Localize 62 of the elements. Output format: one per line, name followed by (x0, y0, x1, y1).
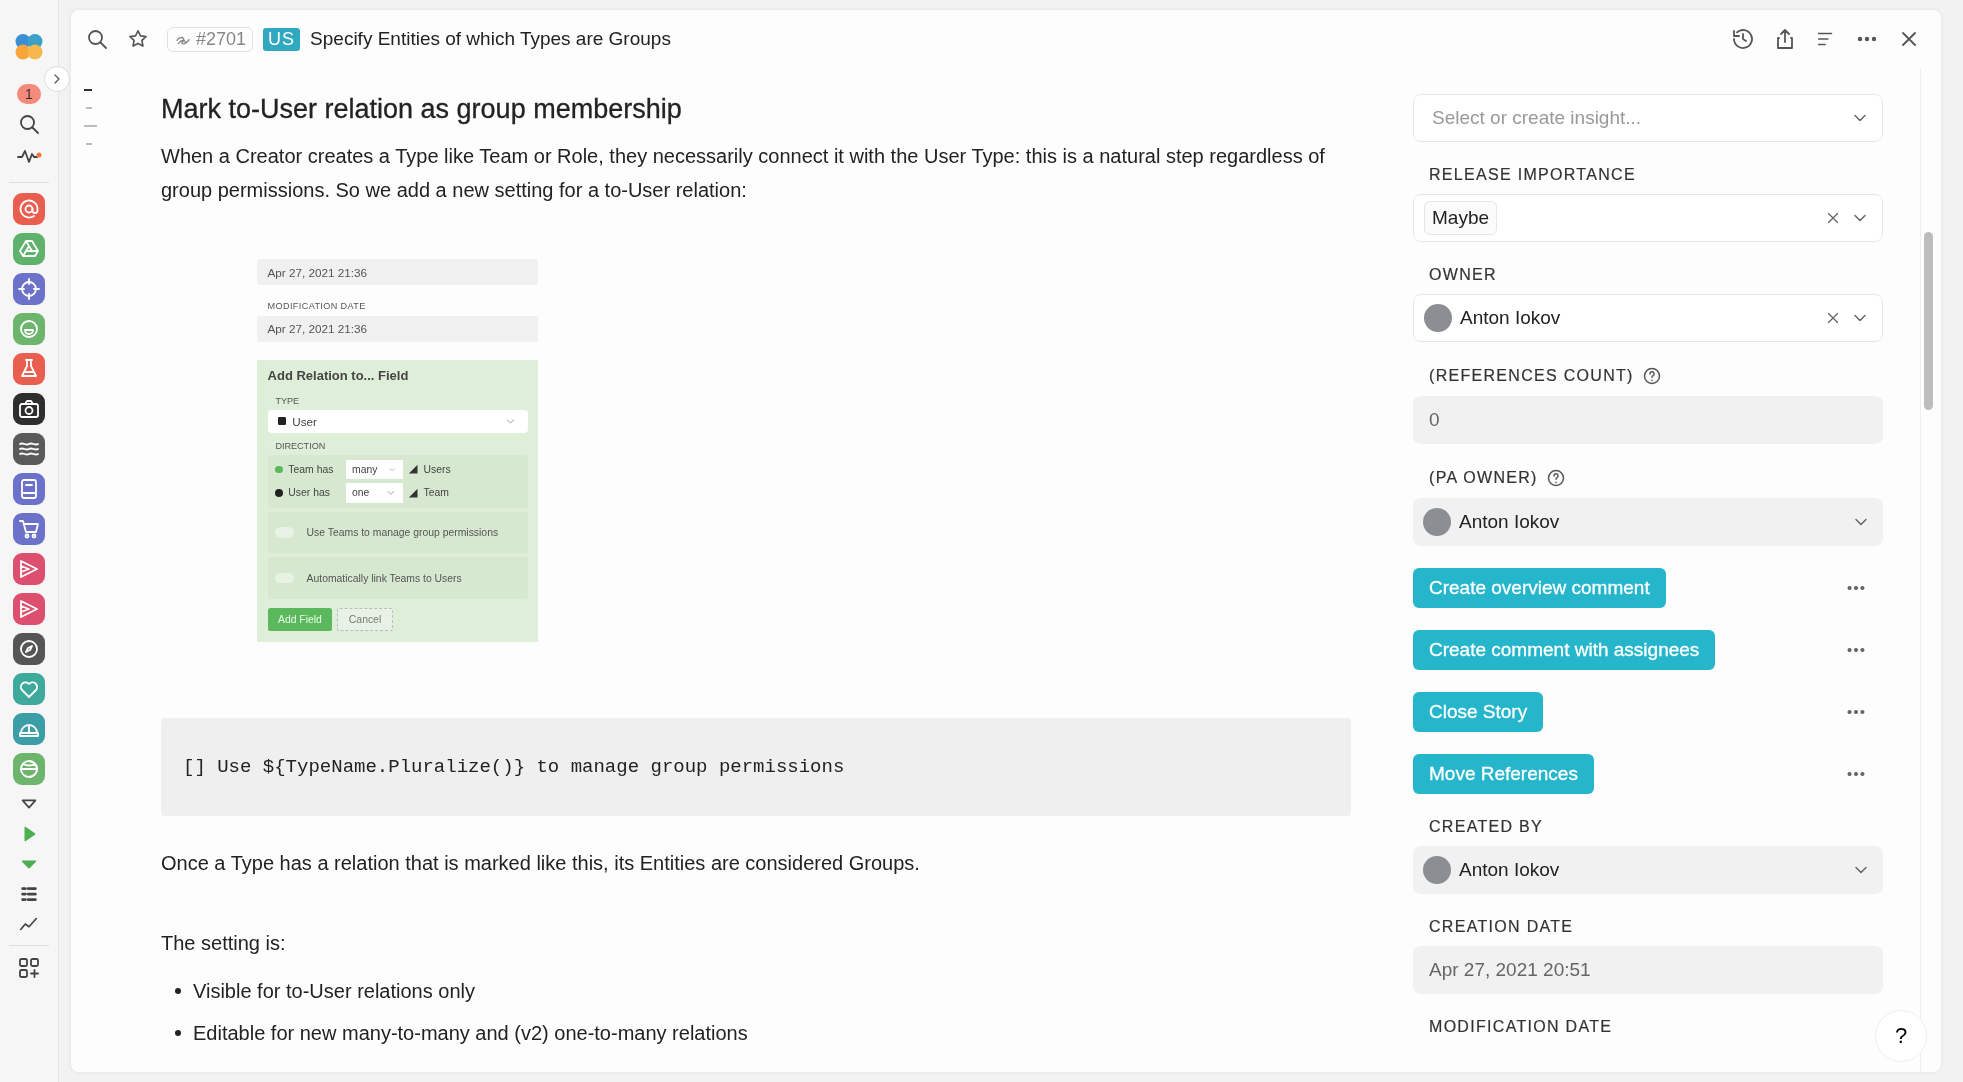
bullet-icon (175, 987, 181, 994)
list-item: Editable for new many-to-many and (v2) one-to-many relations (193, 1020, 748, 1046)
direction-label: Team has (288, 464, 335, 476)
field-label: OWNER (1429, 266, 1497, 284)
date-field: Apr 27, 2021 21:36 (257, 259, 538, 285)
field-label: DIRECTION (274, 439, 327, 451)
app-icon[interactable] (13, 433, 45, 465)
person-select[interactable]: Anton Iokov (1413, 498, 1883, 546)
field-label: TYPE (274, 394, 301, 406)
add-app-icon[interactable] (17, 956, 41, 980)
reference-chip[interactable]: #2701 (167, 26, 254, 52)
type-label: Users (423, 464, 451, 476)
notification-count[interactable]: 1 (17, 84, 41, 104)
type-label: Team (423, 487, 449, 499)
dialog-title: Add Relation to... Field (267, 367, 410, 383)
help-button[interactable]: ? (1875, 1010, 1927, 1062)
app-icon[interactable] (13, 633, 45, 665)
paragraph: The setting is: (161, 930, 287, 956)
search-icon[interactable] (85, 27, 109, 51)
history-icon[interactable] (1731, 27, 1755, 51)
selected-tag: Maybe (1424, 201, 1498, 235)
importance-select[interactable]: Maybe (1413, 194, 1883, 242)
field-label: CREATED BY (1429, 818, 1544, 836)
avatar (1423, 856, 1451, 884)
type-icon (407, 487, 419, 499)
type-icon (407, 464, 419, 475)
field-label: MODIFICATION DATE (266, 299, 367, 313)
search-icon[interactable] (17, 112, 41, 136)
insight-select[interactable]: Select or create insight... (1413, 94, 1883, 142)
count-select[interactable]: one (345, 483, 403, 503)
type-select[interactable]: User (267, 409, 528, 433)
cancel-button[interactable]: Cancel (337, 607, 393, 632)
app-icon[interactable] (13, 393, 45, 425)
readonly-field: 0 (1413, 396, 1883, 444)
type-badge: US (263, 27, 301, 51)
person-select[interactable]: Anton Iokov (1413, 294, 1883, 342)
paragraph: Once a Type has a relation that is marked like this, its Entities are considered Groups. (161, 850, 921, 876)
list-item: Visible for to-User relations only (193, 978, 475, 1004)
square-icon (277, 417, 286, 426)
field-label: MODIFICATION DATE (1429, 1018, 1613, 1036)
code-block: [] Use ${TypeName.Pluralize()} to manage group permissions (161, 717, 1351, 816)
help-icon[interactable] (1641, 366, 1662, 386)
avatar (1423, 508, 1451, 536)
paragraph: When a Creator creates a Type like Team or Role, they necessarily connect it with the User Type: this is a natural step regardless of group permissions. So we add a new setting for a to-User relation: (161, 144, 1326, 203)
field-label: RELEASE IMPORTANCE (1429, 166, 1636, 184)
direction-label: User has (288, 487, 331, 499)
star-icon[interactable] (127, 28, 149, 50)
help-icon[interactable] (1545, 468, 1566, 488)
field-label: (PA OWNER) (1429, 469, 1538, 487)
person-select[interactable]: Anton Iokov (1413, 846, 1883, 894)
bullet-icon (175, 1029, 181, 1036)
field-label: CREATION DATE (1429, 918, 1574, 936)
section-heading: Mark to-User relation as group membership (161, 94, 683, 125)
story-title: Specify Entities of which Types are Groups (310, 28, 671, 50)
option-label: Automatically link Teams to Users (306, 572, 462, 584)
avatar (1424, 304, 1452, 332)
date-field: Apr 27, 2021 21:36 (257, 315, 538, 342)
field-label: (REFERENCES COUNT) (1429, 367, 1634, 385)
scrollbar[interactable] (1924, 232, 1933, 410)
option-label: Use Teams to manage group permissions (306, 527, 499, 539)
readonly-field: Apr 27, 2021 20:51 (1413, 946, 1883, 994)
count-select[interactable]: many (345, 459, 403, 480)
